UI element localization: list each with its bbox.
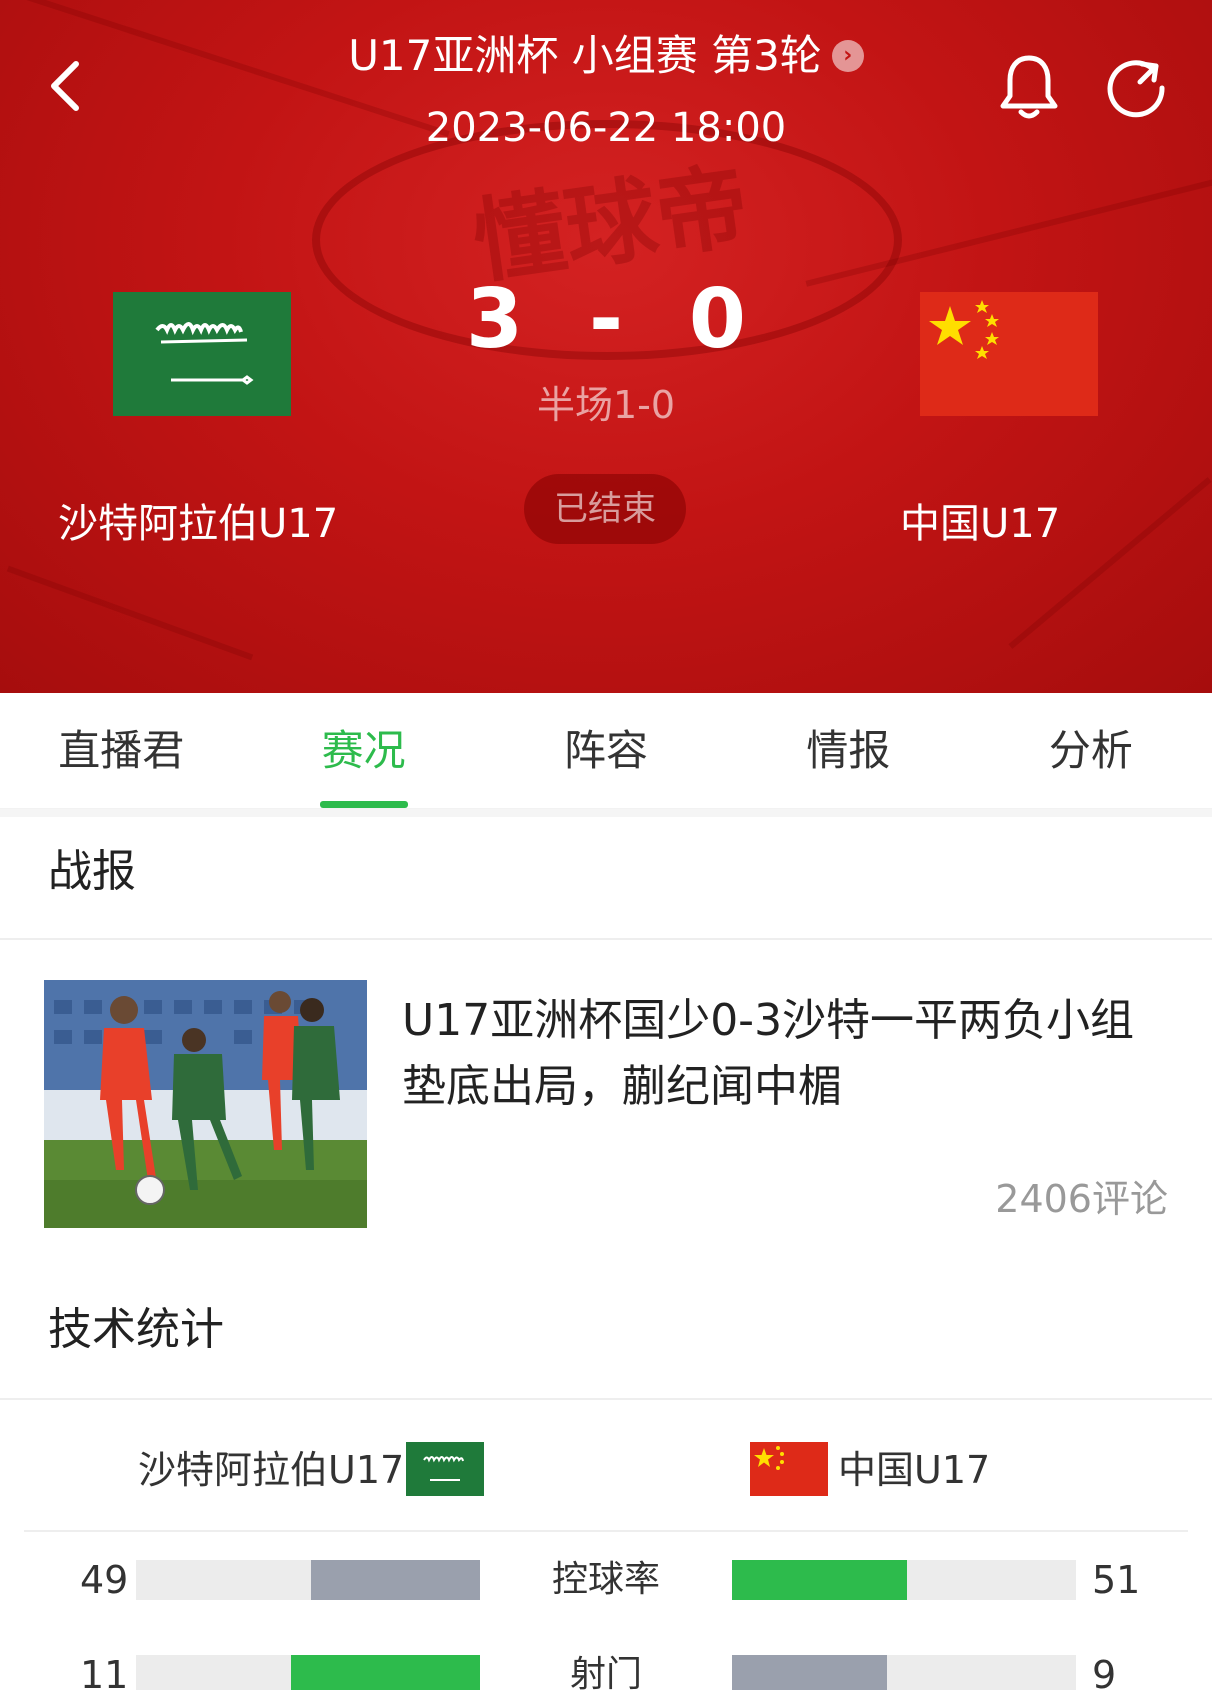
news-comment-count: 2406评论: [995, 1177, 1168, 1221]
stat-away-bar-fill: [732, 1560, 908, 1600]
chevron-right-icon: ›: [831, 40, 864, 72]
stat-home-bar: [136, 1560, 480, 1600]
match-title[interactable]: U17亚洲杯 小组赛 第3轮 ›: [280, 28, 932, 84]
stat-home-bar: [136, 1655, 480, 1690]
tab-live[interactable]: 直播君: [0, 693, 242, 808]
match-status-badge: 已结束: [524, 474, 686, 544]
tab-lineup[interactable]: 阵容: [485, 693, 727, 808]
stats-away-team-name: 中国U17: [838, 1448, 991, 1492]
refresh-button[interactable]: [1104, 54, 1168, 118]
tab-bar: 直播君 赛况 阵容 情报 分析: [0, 693, 1212, 809]
stats-section-title: 技术统计: [48, 1304, 224, 1355]
back-button[interactable]: [44, 56, 88, 116]
stat-away-value: 9: [1092, 1653, 1117, 1690]
away-team-name[interactable]: 中国U17: [900, 496, 1160, 552]
stat-away-bar-fill: [732, 1655, 887, 1690]
stats-home-team-name: 沙特阿拉伯U17: [138, 1448, 405, 1492]
news-card[interactable]: U17亚洲杯国少0-3沙特一平两负小组垫底出局，蒯纪闻中楣 2406评论: [44, 980, 1168, 1230]
stats-home-flag: [406, 1442, 484, 1496]
stat-row-possession: 49 控球率 51: [0, 1550, 1212, 1610]
back-arrow-icon: [51, 61, 79, 111]
stat-away-bar: [732, 1560, 1076, 1600]
stat-away-value: 51: [1092, 1558, 1141, 1602]
divider: [0, 1398, 1212, 1400]
home-team-name[interactable]: 沙特阿拉伯U17: [58, 496, 378, 552]
section-gap: [0, 809, 1212, 817]
notification-button[interactable]: [998, 52, 1060, 122]
tab-intel[interactable]: 情报: [727, 693, 969, 808]
bell-icon: [1000, 55, 1058, 119]
score-separator: -: [588, 272, 624, 367]
halftime-score: 半场1-0: [536, 383, 676, 427]
tab-analysis[interactable]: 分析: [970, 693, 1212, 808]
stat-label: 控球率: [551, 1559, 660, 1600]
news-thumbnail[interactable]: [44, 980, 367, 1228]
stats-teams-header: 沙特阿拉伯U17 中国U17: [0, 1420, 1212, 1530]
away-team-flag[interactable]: [920, 292, 1098, 416]
stat-row-shots: 11 射门 9: [0, 1645, 1212, 1690]
report-section-title: 战报: [48, 846, 136, 897]
stat-home-value: 11: [80, 1653, 129, 1690]
stat-home-bar-fill: [311, 1560, 480, 1600]
match-header: 懂球帝 U17亚洲杯 小组赛 第3轮 › 2023-06-22 18:00 3 …: [0, 0, 1212, 693]
match-title-text: U17亚洲杯 小组赛 第3轮: [348, 31, 822, 80]
divider: [0, 938, 1212, 940]
stat-home-bar-fill: [290, 1655, 480, 1690]
stat-label: 射门: [569, 1654, 642, 1690]
divider: [24, 1530, 1188, 1532]
tab-match-status[interactable]: 赛况: [242, 693, 484, 808]
refresh-icon: [1107, 60, 1165, 118]
watermark-line: [6, 565, 254, 661]
stat-away-bar: [732, 1655, 1076, 1690]
away-score: 0: [688, 272, 746, 367]
news-title[interactable]: U17亚洲杯国少0-3沙特一平两负小组垫底出局，蒯纪闻中楣: [402, 988, 1162, 1120]
stats-away-flag: [750, 1442, 828, 1496]
home-team-flag[interactable]: [113, 292, 291, 416]
match-datetime: 2023-06-22 18:00: [425, 105, 787, 151]
scoreboard: 3 - 0: [440, 270, 772, 370]
stat-home-value: 49: [80, 1558, 129, 1602]
home-score: 3: [466, 272, 524, 367]
